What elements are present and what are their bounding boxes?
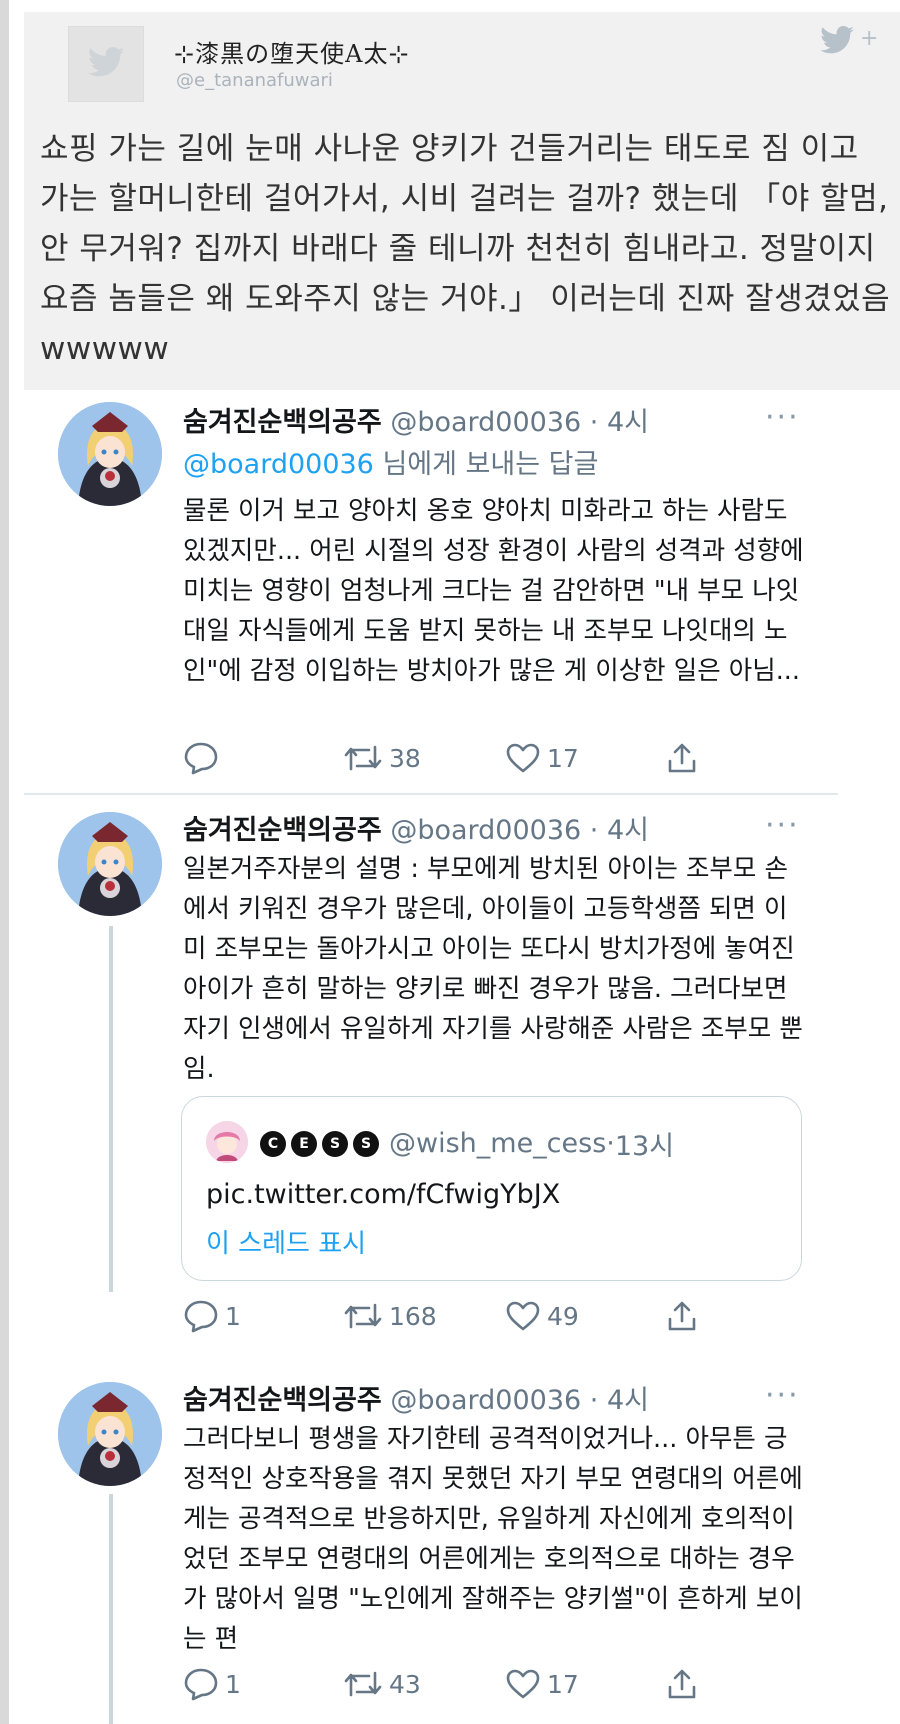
- reply-count: 1: [225, 1669, 241, 1699]
- retweet-button[interactable]: 38: [343, 738, 421, 778]
- heart-icon: [506, 1301, 540, 1331]
- heart-icon: [506, 743, 540, 773]
- letter-badge: S: [322, 1130, 348, 1157]
- handle[interactable]: @board00036: [390, 407, 581, 438]
- reply-mention-link[interactable]: @board00036: [183, 449, 374, 480]
- like-button[interactable]: 49: [505, 1296, 579, 1336]
- thread-line: [109, 1494, 113, 1724]
- like-count: 17: [547, 743, 579, 773]
- like-count: 49: [547, 1301, 579, 1331]
- timestamp[interactable]: 13시: [615, 1124, 674, 1163]
- retweet-icon: [344, 1303, 382, 1329]
- quoted-display-name: ⊹漆黒の堕天使A太⊹: [174, 40, 410, 68]
- more-options-icon[interactable]: ···: [765, 403, 800, 433]
- quoted-tweet-meta: C E S S @wish_me_cess · 13시: [260, 1124, 674, 1163]
- tweet-actions: 38 17: [183, 738, 723, 778]
- reply-button[interactable]: [183, 738, 225, 778]
- avatar[interactable]: [58, 1382, 162, 1486]
- avatar[interactable]: [206, 1121, 248, 1163]
- handle[interactable]: @wish_me_cess: [389, 1128, 606, 1159]
- reply-button[interactable]: 1: [183, 1664, 241, 1704]
- quoted-tweet[interactable]: C E S S @wish_me_cess · 13시 pic.twitter.…: [181, 1096, 802, 1281]
- tweet-actions: 1 168 49: [183, 1296, 723, 1336]
- like-count: 17: [547, 1669, 579, 1699]
- media-link[interactable]: pic.twitter.com/fCfwigYbJX: [206, 1179, 560, 1210]
- show-thread-link[interactable]: 이 스레드 표시: [206, 1223, 366, 1260]
- quoted-handle: @e_tananafuwari: [176, 70, 333, 91]
- separator-dot: ·: [589, 1385, 599, 1416]
- tweet-text: 물론 이거 보고 양아치 옹호 양아치 미화라고 하는 사람도 있겠지만... …: [183, 496, 804, 686]
- share-icon: [668, 1669, 696, 1699]
- handle[interactable]: @board00036: [390, 815, 581, 846]
- tweet-meta: 숨겨진순백의공주 @board00036 · 4시: [183, 808, 649, 847]
- display-name[interactable]: 숨겨진순백의공주: [183, 1385, 382, 1416]
- tweet-meta: 숨겨진순백의공주 @board00036 · 4시: [183, 1378, 649, 1417]
- retweet-icon: [344, 1671, 382, 1697]
- retweet-count: 168: [389, 1301, 437, 1331]
- timestamp[interactable]: 4시: [607, 1385, 649, 1416]
- like-button[interactable]: 17: [505, 1664, 579, 1704]
- tweet-text: 그러다보니 평생을 자기한테 공격적이었거나... 아무튼 긍정적인 상호작용을…: [183, 1424, 803, 1654]
- reply-icon: [184, 742, 218, 775]
- retweet-button[interactable]: 168: [343, 1296, 437, 1336]
- timestamp[interactable]: 4시: [607, 407, 649, 438]
- twitter-bird-icon: [820, 26, 854, 58]
- share-icon: [668, 1301, 696, 1331]
- thread-line: [109, 926, 113, 1292]
- share-button[interactable]: [665, 1296, 699, 1336]
- share-button[interactable]: [665, 1664, 699, 1704]
- reply-to-suffix: 님에게 보내는 답글: [373, 449, 599, 480]
- avatar[interactable]: [58, 402, 162, 506]
- retweet-count: 43: [389, 1669, 421, 1699]
- handle[interactable]: @board00036: [390, 1385, 581, 1416]
- tweet-text: 일본거주자분의 설명 : 부모에게 방치된 아이는 조부모 손에서 키워진 경우…: [183, 854, 803, 1084]
- display-name[interactable]: 숨겨진순백의공주: [183, 407, 382, 438]
- reply-icon: [184, 1300, 218, 1333]
- retweet-icon: [344, 745, 382, 771]
- retweet-count: 38: [389, 743, 421, 773]
- heart-icon: [506, 1669, 540, 1699]
- name-badges: C E S S: [260, 1130, 379, 1157]
- reply-to-line: @board00036 님에게 보내는 답글: [183, 442, 598, 481]
- letter-badge: S: [353, 1130, 379, 1157]
- default-avatar: [68, 26, 144, 102]
- tweet-actions: 1 43 17: [183, 1664, 723, 1704]
- letter-badge: C: [260, 1130, 286, 1157]
- reply-count: 1: [225, 1301, 241, 1331]
- left-edge-bar: [0, 0, 9, 1724]
- tweet-divider: [24, 793, 838, 795]
- follow-plus-icon[interactable]: +: [860, 26, 878, 51]
- display-name[interactable]: 숨겨진순백의공주: [183, 815, 382, 846]
- tweet-meta: 숨겨진순백의공주 @board00036 · 4시: [183, 400, 649, 439]
- share-button[interactable]: [665, 738, 699, 778]
- avatar[interactable]: [58, 812, 162, 916]
- twitter-bird-icon: [88, 47, 124, 77]
- retweet-button[interactable]: 43: [343, 1664, 421, 1704]
- like-button[interactable]: 17: [505, 738, 579, 778]
- more-options-icon[interactable]: ···: [765, 811, 800, 841]
- separator-dot: ·: [589, 815, 599, 846]
- more-options-icon[interactable]: ···: [765, 1381, 800, 1411]
- reply-button[interactable]: 1: [183, 1296, 241, 1336]
- separator-dot: ·: [606, 1128, 615, 1159]
- reply-icon: [184, 1668, 218, 1701]
- separator-dot: ·: [589, 407, 599, 438]
- share-icon: [668, 743, 696, 773]
- quoted-tweet-text: 쇼핑 가는 길에 눈매 사나운 양키가 건들거리는 태도로 짐 이고 가는 할머…: [40, 131, 891, 367]
- timestamp[interactable]: 4시: [607, 815, 649, 846]
- quoted-tweet-card[interactable]: ⊹漆黒の堕天使A太⊹ @e_tananafuwari + 쇼핑 가는 길에 눈매…: [24, 12, 900, 390]
- letter-badge: E: [291, 1130, 317, 1157]
